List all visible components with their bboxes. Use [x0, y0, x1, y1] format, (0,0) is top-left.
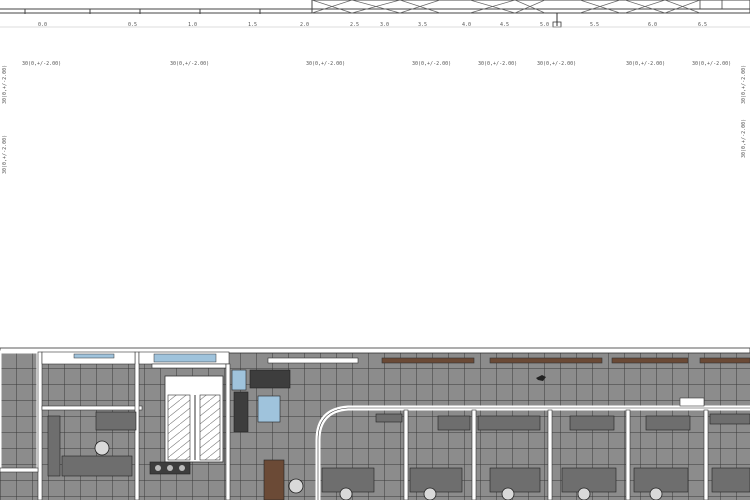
elevation-label: 30(0,+/-2.00): [306, 61, 346, 67]
side-elevation-label: 30(0,+/-2.00): [741, 64, 747, 104]
ruler-label: 6.0: [648, 22, 658, 28]
ruler-label: 5.0: [540, 22, 550, 28]
elevation-label: 30(0,+/-2.00): [626, 61, 666, 67]
elevation-label: 30(0,+/-2.00): [537, 61, 577, 67]
elevation-label: 30(0,+/-2.00): [692, 61, 732, 67]
ruler-label: 3.0: [380, 22, 390, 28]
ruler-label: 1.5: [248, 22, 258, 28]
floor-plan: [0, 347, 750, 500]
side-elevation-label: 30(0,+/-2.00): [2, 64, 8, 104]
ruler-label: 5.5: [590, 22, 600, 28]
elevation-label: 30(0,+/-2.00): [22, 61, 62, 67]
ruler-label: 6.5: [698, 22, 708, 28]
ruler-label: 4.0: [462, 22, 472, 28]
side-elevation-label: 30(0,+/-2.00): [741, 118, 747, 158]
ruler-label: 0.5: [128, 22, 138, 28]
ruler-label: 2.0: [300, 22, 310, 28]
ruler-label: 2.5: [350, 22, 360, 28]
elevation-label: 30(0,+/-2.00): [412, 61, 452, 67]
elevation-label: 30(0,+/-2.00): [170, 61, 210, 67]
ruler-label: 4.5: [500, 22, 510, 28]
side-elevation-label: 30(0,+/-2.00): [2, 134, 8, 174]
cad-drawing: [0, 0, 750, 500]
elevation-label: 30(0,+/-2.00): [478, 61, 518, 67]
top-window-band: [0, 0, 750, 28]
ruler-label: 1.0: [188, 22, 198, 28]
ruler-label: 3.5: [418, 22, 428, 28]
ruler-label: 0.0: [38, 22, 48, 28]
